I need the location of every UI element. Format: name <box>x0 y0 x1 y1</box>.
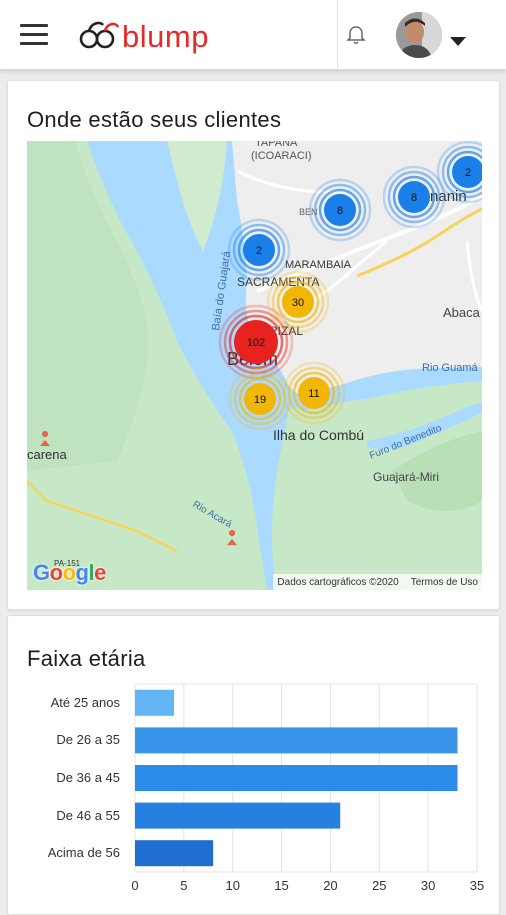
map-cluster-count: 2 <box>465 167 471 179</box>
map-label-marambaia: MARAMBAIA <box>285 259 352 271</box>
category-label: De 36 a 45 <box>56 770 120 785</box>
header-divider <box>337 0 338 70</box>
category-label: De 46 a 55 <box>56 807 120 823</box>
map-cluster-marker[interactable]: 11 <box>282 361 346 425</box>
x-tick-label: 0 <box>131 878 139 893</box>
map-cluster-count: 2 <box>256 245 262 257</box>
hamburger-menu-icon[interactable] <box>20 24 48 46</box>
caret-down-icon[interactable] <box>450 37 466 46</box>
age-chart-card: Faixa etária Até 25 anos De 26 a 35 De 36 … <box>7 615 500 915</box>
x-tick-label: 20 <box>323 878 338 893</box>
map-canvas[interactable]: TAPANA (ICOARACI) BEN 316 Ananin MARAMBA… <box>27 141 482 590</box>
map-data-credit: Dados cartográficos ©2020 <box>277 576 399 588</box>
x-tick-label: 5 <box>180 878 188 893</box>
x-tick-label: 25 <box>372 878 387 893</box>
bell-icon[interactable] <box>345 24 367 46</box>
top-bar: blump <box>0 0 506 70</box>
terms-link[interactable]: Termos de Uso <box>411 577 478 588</box>
customer-map[interactable]: TAPANA (ICOARACI) BEN 316 Ananin MARAMBA… <box>27 141 482 590</box>
age-bar-chart-svg <box>134 683 478 873</box>
logo-text: blump <box>122 18 209 54</box>
x-tick-label: 35 <box>469 878 485 893</box>
blump-logo-mark-icon <box>79 21 120 49</box>
map-cluster-marker[interactable]: 8 <box>308 178 372 242</box>
map-label-ilha: Ilha do Combú <box>273 427 364 443</box>
map-cluster-count: 8 <box>337 205 343 217</box>
x-tick-label: 10 <box>225 878 240 893</box>
category-label: Acima de 56 <box>47 845 120 861</box>
map-card: Onde estão seus clientes TAPANA (ICOARAC… <box>7 80 500 610</box>
bar-5[interactable] <box>135 840 214 867</box>
blump-logo[interactable]: blump <box>78 16 209 56</box>
map-cluster-marker[interactable]: 102 <box>218 304 294 380</box>
map-cluster-marker[interactable]: 30 <box>266 270 330 334</box>
map-cluster-marker[interactable]: 19 <box>228 367 292 431</box>
category-label: Até 25 anos <box>50 694 120 710</box>
x-tick-label: 15 <box>274 878 289 893</box>
map-label-tapana: TAPANA <box>255 141 298 149</box>
map-label-abaca: Abaca <box>443 305 481 320</box>
map-cluster-marker[interactable]: 8 <box>382 165 446 229</box>
age-chart-title: Faixa etária <box>27 646 146 671</box>
map-label-guajara: Guajará-Miri <box>373 470 439 484</box>
user-avatar[interactable] <box>396 12 442 58</box>
map-attribution: Dados cartográficos ©2020 Termos de Uso <box>273 574 482 590</box>
map-cluster-marker[interactable]: 2 <box>227 218 291 282</box>
category-label: De 26 a 35 <box>56 732 120 748</box>
map-card-title: Onde estão seus clientes <box>27 107 282 132</box>
map-cluster-count: 30 <box>292 297 304 309</box>
map-cluster-count: 11 <box>308 388 319 400</box>
bar-2[interactable] <box>135 727 458 754</box>
map-label-icoaraci: (ICOARACI) <box>251 150 312 162</box>
bar-3[interactable] <box>135 765 458 791</box>
google-logo: Google <box>33 560 106 585</box>
map-cluster-count: 102 <box>247 337 265 349</box>
map-cluster-count: 19 <box>254 394 266 406</box>
bar-1[interactable] <box>135 689 175 716</box>
bar-4[interactable] <box>135 802 341 829</box>
map-label-rio-guama: Rio Guamá <box>422 362 479 374</box>
map-cluster-count: 8 <box>411 192 417 204</box>
age-bar-chart: Até 25 anos De 26 a 35 De 36 a 45 De 46 a 5… <box>27 676 492 906</box>
map-label-carena: carena <box>27 447 68 462</box>
x-tick-label: 30 <box>420 878 436 893</box>
